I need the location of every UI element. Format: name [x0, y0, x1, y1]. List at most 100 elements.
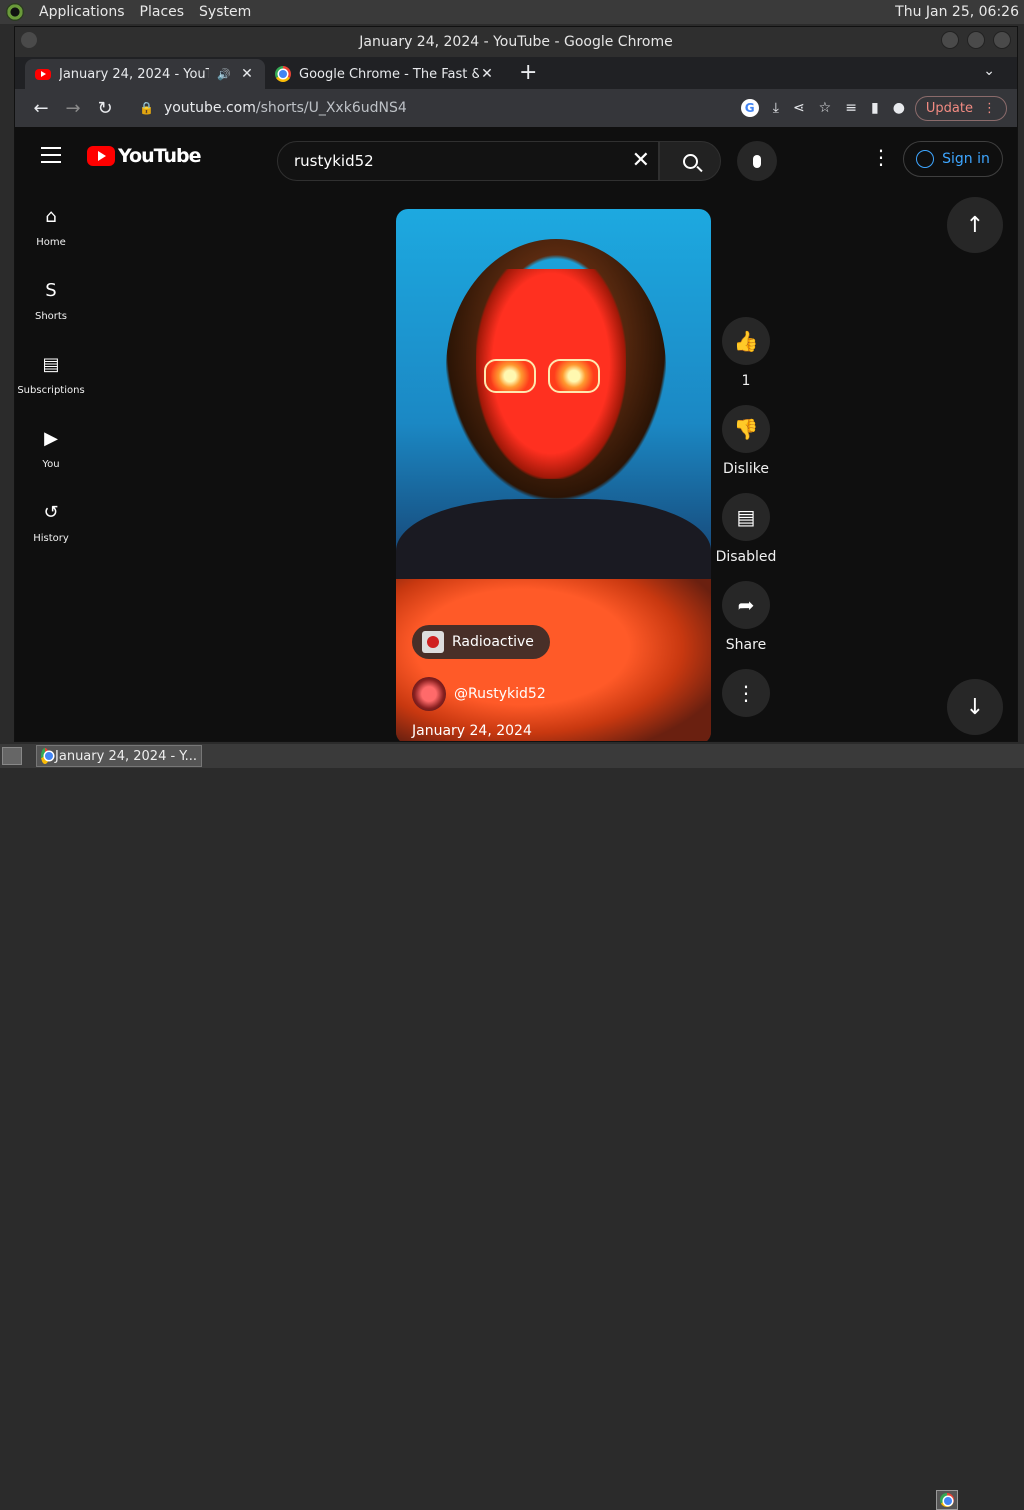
profile-icon[interactable]: ●	[893, 100, 905, 116]
share-button[interactable]: ➦ Share	[722, 581, 770, 653]
chrome-window: January 24, 2024 - YouTube - Google Chro…	[14, 26, 1018, 742]
menu-system[interactable]: System	[199, 4, 251, 20]
menu-applications[interactable]: Applications	[39, 4, 125, 20]
share-icon[interactable]: ⋖	[793, 100, 805, 116]
tab-search-chevron-icon[interactable]: ⌄	[983, 63, 995, 79]
comments-button[interactable]: ▤ Disabled	[716, 493, 776, 565]
google-lens-icon[interactable]: G	[740, 99, 759, 117]
like-button[interactable]: 👍 1	[722, 317, 770, 389]
sidebar-item-label: Subscriptions	[17, 385, 85, 396]
tab-close-icon[interactable]: ✕	[479, 66, 495, 82]
lock-icon[interactable]: 🔒	[139, 101, 154, 115]
thumbs-up-icon: 👍	[722, 317, 770, 365]
search-button[interactable]	[659, 141, 721, 181]
update-button[interactable]: Update ⋮	[914, 95, 1007, 121]
sound-chip[interactable]: Radioactive	[412, 625, 550, 659]
dislike-button[interactable]: 👎 Dislike	[722, 405, 770, 477]
url-host: youtube.com	[163, 100, 256, 116]
sign-in-button[interactable]: Sign in	[903, 141, 1003, 177]
youtube-header: YouTube rustykid52 ✕ ⋮ Sign in	[15, 127, 1017, 185]
chrome-menu-icon[interactable]: ⋮	[983, 101, 996, 116]
hamburger-menu-icon[interactable]	[41, 147, 61, 168]
channel-avatar[interactable]	[412, 677, 446, 711]
video-frame-glasses	[484, 359, 602, 395]
top-panel: Applications Places System Thu Jan 25, 0…	[0, 0, 1024, 24]
sidebar-item-home[interactable]: ⌂ Home	[15, 197, 87, 271]
minimize-button[interactable]	[941, 31, 959, 49]
share-label: Share	[725, 637, 767, 653]
search-query: rustykid52	[294, 152, 374, 170]
bookmark-star-icon[interactable]: ☆	[819, 100, 832, 116]
sidebar-item-subscriptions[interactable]: ▤ Subscriptions	[15, 345, 87, 419]
chrome-icon	[41, 748, 54, 764]
guide-sidebar: ⌂ Home S Shorts ▤ Subscriptions ▶ You ↺ …	[15, 197, 87, 567]
chrome-favicon-icon	[275, 66, 291, 82]
arrow-up-icon: ↑	[965, 212, 985, 238]
sidebar-item-you[interactable]: ▶ You	[15, 419, 87, 493]
microphone-icon	[753, 154, 761, 168]
maximize-button[interactable]	[967, 31, 985, 49]
like-count: 1	[741, 373, 751, 389]
history-icon: ↺	[43, 501, 59, 523]
menu-places[interactable]: Places	[140, 4, 185, 20]
address-bar[interactable]: 🔒 youtube.com /shorts/U_Xxk6udNS4	[129, 93, 741, 123]
taskbar: January 24, 2024 - Y...	[0, 744, 1024, 1510]
dislike-label: Dislike	[723, 461, 769, 477]
side-panel-icon[interactable]: ▮	[871, 100, 879, 116]
forward-button[interactable]: →	[57, 98, 89, 119]
show-desktop-icon[interactable]	[2, 747, 22, 765]
distro-logo-icon[interactable]	[6, 3, 24, 21]
sidebar-item-label: Home	[36, 237, 66, 248]
taskbar-window-title: January 24, 2024 - Y...	[55, 748, 197, 764]
window-menu-icon[interactable]	[21, 32, 37, 48]
speaker-icon[interactable]: 🔊	[217, 68, 231, 81]
short-title[interactable]: January 24, 2024	[412, 723, 532, 739]
tab-title: January 24, 2024 - YouTube	[59, 66, 209, 82]
sidebar-item-label: Shorts	[34, 311, 68, 322]
settings-more-icon[interactable]: ⋮	[871, 145, 891, 169]
comments-label: Disabled	[715, 549, 777, 565]
reading-list-icon[interactable]: ≡	[845, 100, 857, 116]
sidebar-item-shorts[interactable]: S Shorts	[15, 271, 87, 345]
next-short-button[interactable]: ↓	[947, 679, 1003, 735]
sidebar-item-history[interactable]: ↺ History	[15, 493, 87, 567]
account-icon	[916, 150, 935, 168]
clear-search-icon[interactable]: ✕	[632, 148, 650, 173]
home-icon: ⌂	[45, 205, 57, 227]
youtube-logo[interactable]: YouTube	[87, 145, 201, 167]
search-input[interactable]: rustykid52 ✕	[277, 141, 659, 181]
youtube-play-icon	[87, 146, 115, 166]
channel-handle[interactable]: @Rustykid52	[454, 686, 546, 702]
tab-chrome[interactable]: Google Chrome - The Fast & Secure ✕	[265, 59, 505, 89]
share-arrow-icon: ➦	[722, 581, 770, 629]
video-frame-hands	[396, 579, 711, 741]
reload-button[interactable]: ↻	[89, 98, 121, 119]
sidebar-item-label: History	[33, 533, 69, 544]
previous-short-button[interactable]: ↑	[947, 197, 1003, 253]
voice-search-button[interactable]	[737, 141, 777, 181]
sound-title: Radioactive	[452, 634, 534, 650]
url-path: /shorts/U_Xxk6udNS4	[255, 100, 407, 116]
subscriptions-icon: ▤	[42, 353, 60, 375]
back-button[interactable]: ←	[25, 98, 57, 119]
tab-youtube[interactable]: January 24, 2024 - YouTube 🔊 ✕	[25, 59, 265, 89]
youtube-page: YouTube rustykid52 ✕ ⋮ Sign in ⌂ Home S …	[15, 127, 1017, 741]
panel-clock[interactable]: Thu Jan 25, 06:26	[895, 4, 1019, 20]
sound-thumbnail	[422, 631, 444, 653]
taskbar-window-button[interactable]: January 24, 2024 - Y...	[36, 745, 202, 767]
youtube-logo-text: YouTube	[118, 145, 201, 167]
install-app-icon[interactable]: ⤓	[773, 100, 779, 116]
workspace-switcher[interactable]	[936, 1490, 958, 1510]
window-titlebar[interactable]: January 24, 2024 - YouTube - Google Chro…	[15, 27, 1017, 57]
channel-info[interactable]: @Rustykid52	[412, 677, 546, 711]
panel-menu: Applications Places System	[0, 3, 251, 21]
youtube-favicon-icon	[35, 68, 51, 80]
tab-close-icon[interactable]: ✕	[239, 66, 255, 82]
more-actions-button[interactable]: ⋮	[722, 669, 770, 725]
new-tab-button[interactable]: +	[519, 60, 537, 85]
browser-toolbar: ← → ↻ 🔒 youtube.com /shorts/U_Xxk6udNS4 …	[15, 89, 1017, 127]
thumbs-down-icon: 👎	[722, 405, 770, 453]
close-window-button[interactable]	[993, 31, 1011, 49]
shorts-video-player[interactable]: Radioactive @Rustykid52 January 24, 2024	[396, 209, 711, 741]
tab-title: Google Chrome - The Fast & Secure	[299, 66, 479, 82]
